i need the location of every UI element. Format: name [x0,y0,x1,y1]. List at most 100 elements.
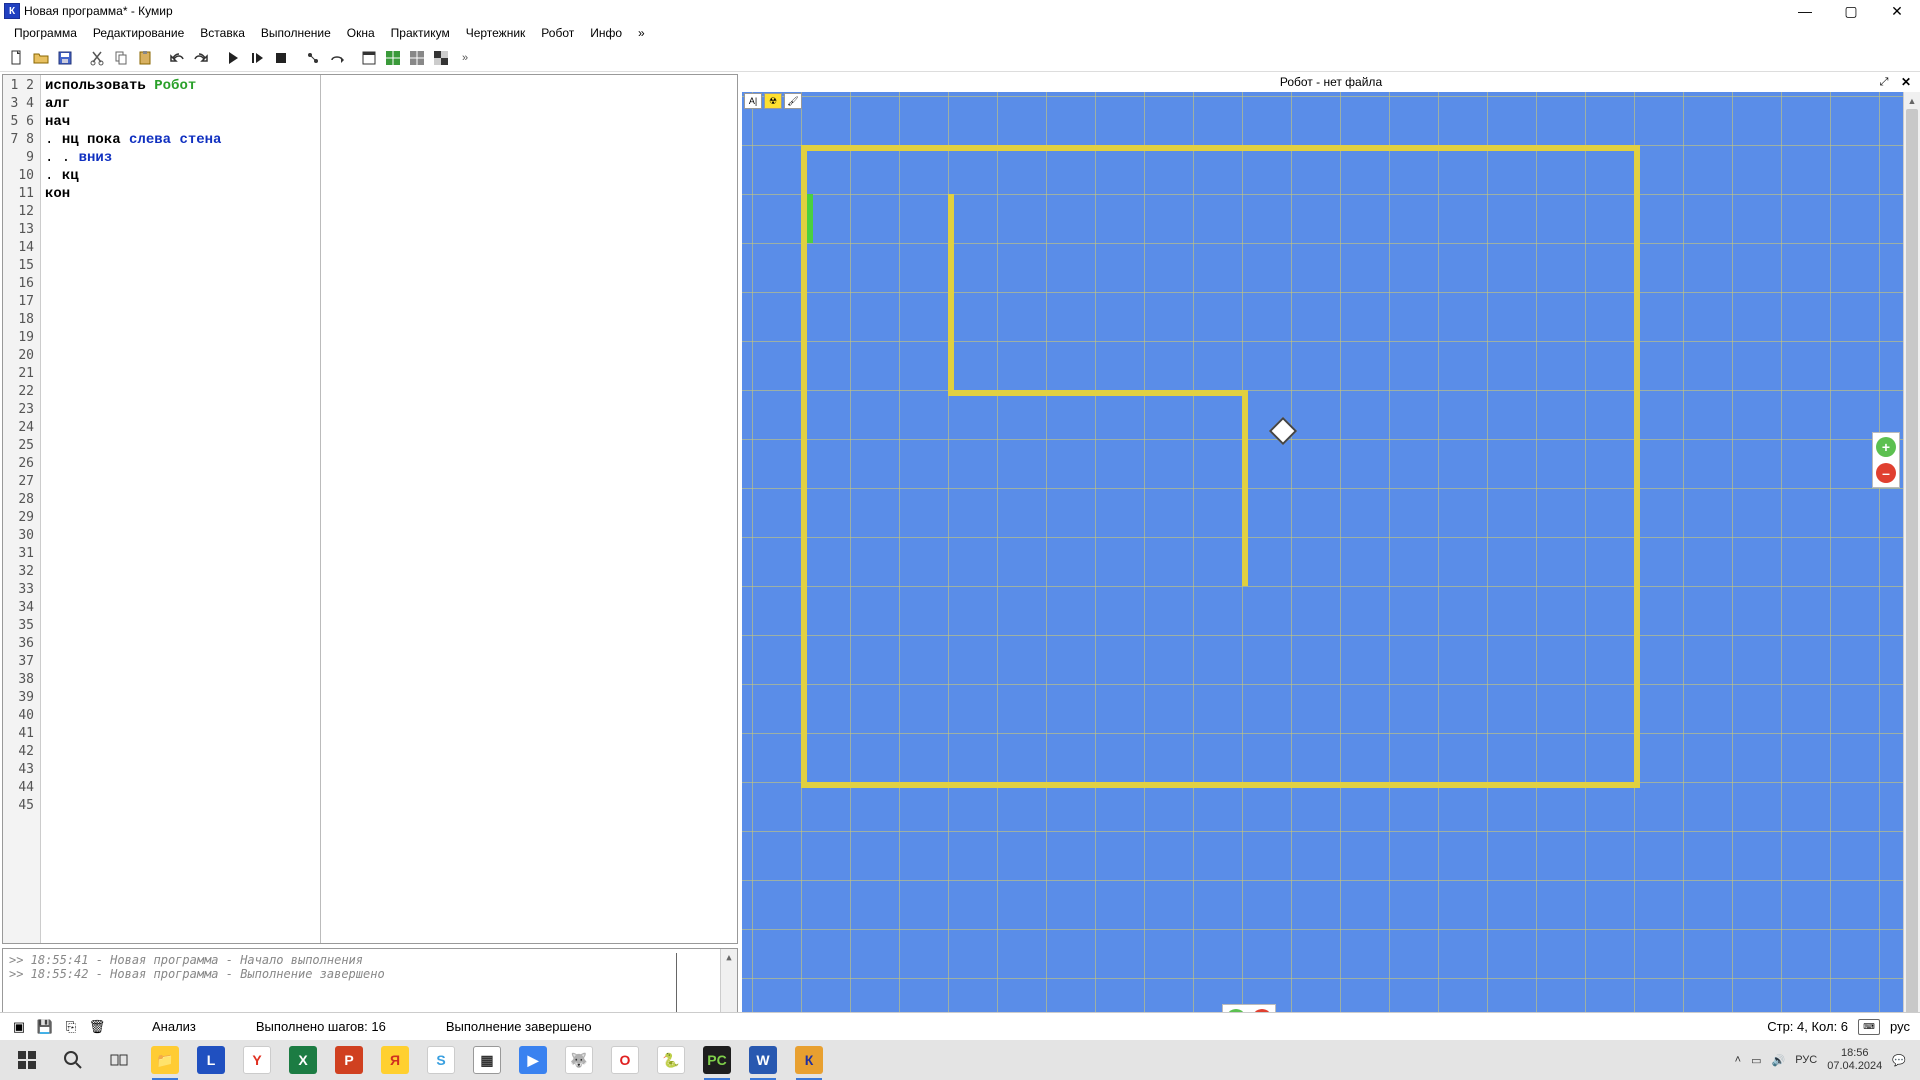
robot-field-wrap: A| ☢ 🖌 ▲ ▼ + – + – [742,92,1920,1040]
search-button[interactable] [50,1040,96,1080]
run-button[interactable] [222,47,244,69]
tray-date: 07.04.2024 [1827,1060,1882,1073]
app-l-icon[interactable]: L [188,1040,234,1080]
menu-выполнение[interactable]: Выполнение [253,24,339,42]
status-cursor-pos: Стр: 4, Кол: 6 [1767,1019,1848,1034]
tray-volume-icon[interactable]: 🔊 [1772,1054,1786,1067]
scroll-up-icon[interactable]: ▲ [721,949,737,966]
robot-text-button[interactable]: A| [744,93,762,109]
robot-paint-button[interactable]: 🖌 [784,93,802,109]
yandex-browser-icon[interactable]: Y [234,1040,280,1080]
robot-radiation-button[interactable]: ☢ [764,93,782,109]
cut-button[interactable] [86,47,108,69]
taskview-button[interactable] [96,1040,142,1080]
close-button[interactable]: ✕ [1874,0,1920,22]
paste-button[interactable] [134,47,156,69]
menu-окна[interactable]: Окна [339,24,383,42]
open-file-button[interactable] [30,47,52,69]
status-state: Выполнение завершено [446,1019,592,1034]
robot-close-button[interactable]: ✕ [1898,74,1914,90]
python-icon[interactable]: 🐍 [648,1040,694,1080]
skype-icon[interactable]: S [418,1040,464,1080]
system-tray: ˄ ▭ 🔊 РУС 18:56 07.04.2024 💬 [1725,1047,1916,1073]
redo-button[interactable] [190,47,212,69]
step-button[interactable] [246,47,268,69]
stop-button[interactable] [270,47,292,69]
menu-практикум[interactable]: Практикум [383,24,458,42]
tray-time: 18:56 [1841,1047,1869,1060]
menu-робот[interactable]: Робот [533,24,582,42]
new-file-button[interactable] [6,47,28,69]
calculator-icon[interactable]: ▦ [464,1040,510,1080]
grid-gray-button[interactable] [406,47,428,69]
minimize-button[interactable]: — [1782,0,1828,22]
single-window-button[interactable] [358,47,380,69]
powerpoint-icon[interactable]: P [326,1040,372,1080]
status-steps: Выполнено шагов: 16 [256,1019,386,1034]
status-save-icon[interactable]: 💾 [34,1017,56,1037]
menu-bar: ПрограммаРедактированиеВставкаВыполнение… [0,22,1920,44]
scroll-thumb[interactable] [1906,109,1918,1023]
menu-программа[interactable]: Программа [6,24,85,42]
maximize-button[interactable]: ▢ [1828,0,1874,22]
tray-lang[interactable]: РУС [1795,1054,1817,1066]
undo-button[interactable] [166,47,188,69]
robot-panel-header: Робот - нет файла ⤢ ✕ [742,72,1920,92]
tray-clock[interactable]: 18:56 07.04.2024 [1827,1047,1882,1073]
code-text[interactable]: использовать Робот алг нач . нц пока сле… [41,75,321,943]
robot-panel-title: Робот - нет файла [1280,75,1382,89]
copy-button[interactable] [110,47,132,69]
status-lang: рус [1890,1019,1910,1034]
pycharm-icon[interactable]: PC [694,1040,740,1080]
editor-right-pane [321,75,737,943]
status-trash-icon[interactable]: 🗑 [86,1017,108,1037]
tray-battery-icon[interactable]: ▭ [1751,1054,1761,1067]
zoom-icon[interactable]: ▶ [510,1040,556,1080]
remove-row-button[interactable]: – [1876,463,1896,483]
zoom-rows-controls: + – [1872,432,1900,488]
window-controls: — ▢ ✕ [1782,0,1920,22]
main-area: 1 2 3 4 5 6 7 8 9 10 11 12 13 14 15 16 1… [0,72,1920,1040]
opera-icon[interactable]: O [602,1040,648,1080]
line-gutter: 1 2 3 4 5 6 7 8 9 10 11 12 13 14 15 16 1… [3,75,41,943]
grid-check-button[interactable] [430,47,452,69]
keyboard-icon[interactable]: ⌨ [1858,1019,1880,1035]
kumir-icon[interactable]: К [786,1040,832,1080]
step-over-button[interactable] [326,47,348,69]
editor-column: 1 2 3 4 5 6 7 8 9 10 11 12 13 14 15 16 1… [0,72,740,1040]
title-bar: К Новая программа* - Кумир [0,0,1920,22]
add-row-button[interactable]: + [1876,437,1896,457]
menu-чертежник[interactable]: Чертежник [458,24,534,42]
app-icon: К [4,3,20,19]
code-editor[interactable]: 1 2 3 4 5 6 7 8 9 10 11 12 13 14 15 16 1… [2,74,738,944]
grid-green-button[interactable] [382,47,404,69]
status-bar: ▣ 💾 ⎘ 🗑 Анализ Выполнено шагов: 16 Выпол… [0,1012,1920,1040]
start-button[interactable] [4,1040,50,1080]
robot-column: Робот - нет файла ⤢ ✕ A| ☢ 🖌 ▲ ▼ + – [740,72,1920,1040]
yandex-icon[interactable]: Я [372,1040,418,1080]
word-icon[interactable]: W [740,1040,786,1080]
tray-chevron-icon[interactable]: ˄ [1735,1054,1741,1066]
robot-field[interactable] [742,92,1903,1040]
taskbar: 📁 L Y X P Я S ▦ ▶ 🐺 O 🐍 PC W К ˄ ▭ 🔊 РУС… [0,1040,1920,1080]
window-title: Новая программа* - Кумир [24,4,1916,18]
gimp-icon[interactable]: 🐺 [556,1040,602,1080]
status-icon-1[interactable]: ▣ [8,1017,30,1037]
menu-инфо[interactable]: Инфо [582,24,630,42]
robot-marker[interactable] [1268,416,1296,444]
excel-icon[interactable]: X [280,1040,326,1080]
menu-»[interactable]: » [630,24,653,42]
robot-scrollbar[interactable]: ▲ ▼ [1903,92,1920,1040]
pin-button[interactable]: ⤢ [1876,74,1892,90]
status-icon-3[interactable]: ⎘ [60,1017,82,1037]
status-analysis: Анализ [152,1019,196,1034]
explorer-taskbar-icon[interactable]: 📁 [142,1040,188,1080]
tray-notifications-icon[interactable]: 💬 [1892,1054,1906,1067]
step-into-button[interactable] [302,47,324,69]
menu-редактирование[interactable]: Редактирование [85,24,192,42]
scroll-up-icon[interactable]: ▲ [1904,92,1920,109]
main-toolbar: » [0,44,1920,72]
toolbar-more-button[interactable]: » [454,47,476,69]
menu-вставка[interactable]: Вставка [192,24,253,42]
save-button[interactable] [54,47,76,69]
